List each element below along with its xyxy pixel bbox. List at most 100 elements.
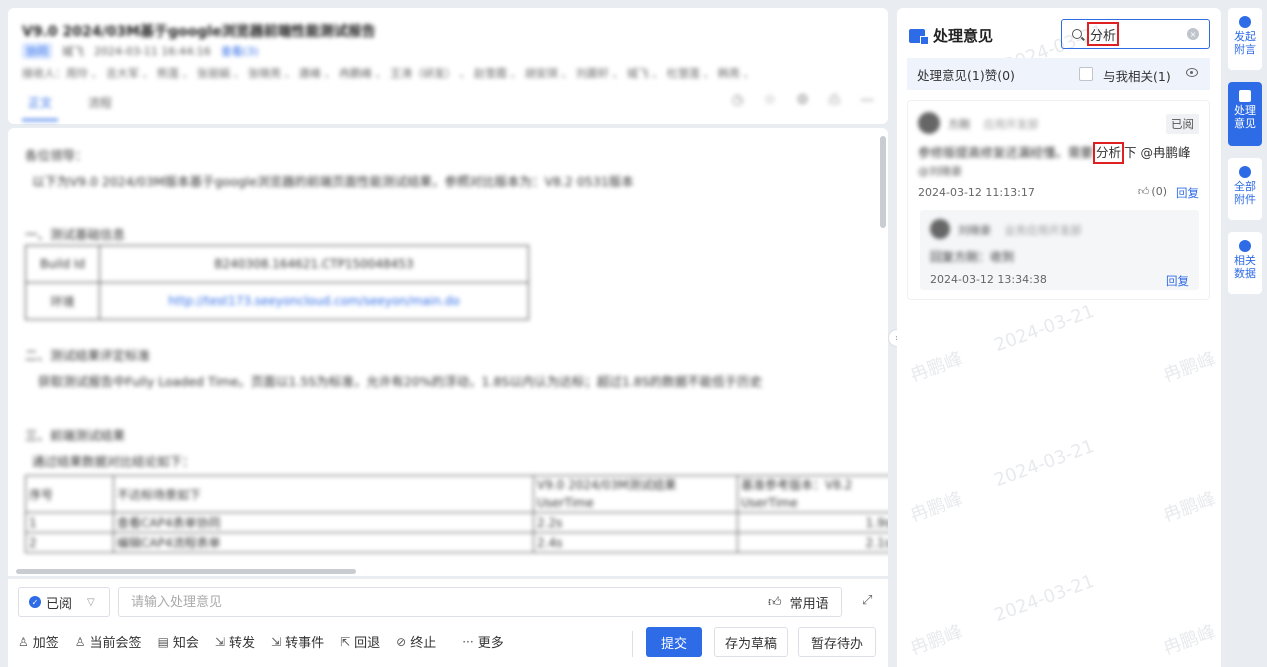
rail-item-postscript[interactable]: 发起 附言 (1228, 8, 1262, 70)
eye-icon[interactable] (1186, 68, 1198, 77)
divider (632, 631, 633, 657)
author-name: 刘晓豪 (958, 224, 991, 237)
current-sign-button[interactable]: ♙ 当前会签 (74, 632, 142, 652)
read-status-label: 已阅 (46, 596, 73, 612)
reply-time: 2024-03-12 13:34:38 (930, 273, 1047, 286)
rail-label: 发起 附言 (1234, 30, 1256, 56)
table-header-cell: 基准参考版本：V8.2 UserTime (737, 475, 888, 513)
tab-flow[interactable]: 流程 (82, 92, 118, 121)
table-cell: 环境 (25, 282, 100, 320)
panel-title: 处理意见 (909, 25, 993, 46)
reply-item: 刘晓豪 业务应用开发部 回复方刚：收到 2024-03-12 13:34:38 … (920, 210, 1199, 290)
comment-text: 参修版提高修复还漏经懂。需要 分析下 @冉鹏峰 (918, 142, 1191, 164)
common-phrase-button[interactable]: 👍︎ 常用语 (768, 593, 829, 612)
watermark: 冉鹏峰 (907, 621, 966, 660)
rail-item-related-data[interactable]: 相关 数据 (1228, 232, 1262, 294)
watermark: 冉鹏峰 (907, 488, 966, 527)
more-icon: ··· (462, 634, 474, 649)
history-icon[interactable]: ◷ (731, 92, 743, 108)
read-tag: 已阅 (1166, 114, 1199, 134)
watermark: 冉鹏峰 (1160, 621, 1219, 660)
save-pending-button[interactable]: 暂存待办 (798, 627, 876, 657)
avatar (918, 112, 940, 134)
to-event-icon: ⇲ (271, 634, 282, 649)
author-dept: 应用开发部 (983, 118, 1039, 131)
related-label: 与我相关(1) (1103, 69, 1171, 84)
comment-time: 2024-03-12 11:13:17 (918, 186, 1035, 199)
table-cell: 编辑CAP4流程表单 (113, 532, 534, 553)
opinion-count[interactable]: 处理意见(1)赞(0) (917, 65, 1015, 84)
action-label: 终止 (410, 636, 437, 651)
read-status-select[interactable]: ✓ 已阅 ▽ (18, 587, 110, 617)
settings-icon[interactable]: ⚙ (796, 92, 809, 108)
vertical-scrollbar[interactable] (880, 136, 886, 228)
notify-button[interactable]: ▤ 知会 (158, 632, 199, 652)
opinion-search[interactable]: × (1061, 19, 1210, 49)
table-header-cell: 不达标场景如下 (113, 475, 534, 513)
horizontal-scrollbar[interactable] (16, 569, 356, 574)
comment-text-suffix: 下 @冉鹏峰 (1124, 145, 1191, 160)
search-icon (1072, 29, 1082, 39)
watermark: 2024-03-21 (991, 570, 1098, 627)
read-status-icon: ✓ (29, 596, 41, 608)
more-button[interactable]: ··· 更多 (462, 632, 504, 652)
reply-text: 回复方刚：收到 (930, 250, 1015, 264)
rail-label: 全部 附件 (1234, 180, 1256, 206)
view-flow-link[interactable]: 查看(3) (221, 43, 259, 59)
comment-mention: @刘晓豪 (918, 165, 962, 178)
tab-body[interactable]: 正文 (22, 92, 59, 121)
info-table: Build Id B240308.164621.CTP150048453 环境 … (25, 245, 529, 320)
print-icon[interactable]: ⎙ (829, 92, 840, 108)
table-cell: 1.9s (737, 512, 888, 533)
document-tabs: 正文 流程 (22, 92, 118, 121)
table-header-line: UserTime (537, 496, 594, 510)
rail-item-attachments[interactable]: 全部 附件 (1228, 158, 1262, 220)
forward-button[interactable]: ⇲ 转发 (215, 632, 255, 652)
opinion-card: 方刚 应用开发部 已阅 参修版提高修复还漏经懂。需要 分析下 @冉鹏峰 @刘晓豪 … (907, 100, 1210, 300)
return-button[interactable]: ⇱ 回退 (340, 632, 381, 652)
submit-button[interactable]: 提交 (646, 627, 702, 657)
star-icon[interactable]: ☆ (764, 92, 777, 108)
action-label: 知会 (172, 636, 199, 651)
table-cell: 2.2s (533, 512, 738, 533)
document-title: V9.0 2024/03M基于google浏览器前端性能测试报告 (22, 24, 376, 40)
to-event-button[interactable]: ⇲ 转事件 (271, 632, 324, 652)
comment-text-prefix: 参修版提高修复还漏经懂。需要 (918, 145, 1094, 160)
like-count: (0) (1151, 185, 1167, 198)
action-label: 更多 (477, 636, 504, 651)
rail-label: 相关 数据 (1234, 254, 1256, 280)
more-icon[interactable]: — (860, 92, 874, 108)
rail-item-opinions[interactable]: 处理 意见 (1228, 82, 1262, 146)
related-checkbox[interactable] (1079, 67, 1093, 81)
save-draft-button[interactable]: 存为草稿 (714, 627, 788, 657)
action-label: 加签 (32, 636, 59, 651)
search-input[interactable] (1090, 26, 1186, 42)
reply-link[interactable]: 回复 (1166, 273, 1189, 289)
table-cell: 2.4s (533, 532, 738, 553)
watermark: 冉鹏峰 (907, 348, 966, 387)
stop-button[interactable]: ⊘ 终止 (396, 632, 437, 652)
document-toolbar: ◷ ☆ ⚙ ⎙ — (731, 92, 874, 108)
watermark: 冉鹏峰 (1160, 488, 1219, 527)
expand-icon[interactable]: ⤢ (862, 593, 872, 608)
document-meta: 协同 城飞 2024-03-11 16:44:16 查看(3) (22, 43, 258, 59)
watermark: 2024-03-21 (991, 435, 1098, 492)
table-row: 2 编辑CAP4流程表单 2.4s 2.1s (25, 532, 888, 553)
opinion-input[interactable] (118, 587, 842, 617)
data-icon (1239, 240, 1251, 252)
attachment-icon (1239, 166, 1251, 178)
watermark: 冉鹏峰 (1160, 348, 1219, 387)
like-button[interactable]: 👍︎ (0) (1138, 185, 1167, 198)
author-name: 方刚 (948, 118, 970, 131)
opinion-icon (1239, 90, 1251, 102)
clear-icon[interactable]: × (1187, 28, 1199, 40)
environment-link[interactable]: http://test173.seeyoncloud.com/seeyon/ma… (99, 282, 529, 320)
reply-link[interactable]: 回复 (1176, 185, 1199, 201)
avatar (930, 219, 950, 239)
stop-icon: ⊘ (396, 634, 407, 649)
action-label: 回退 (354, 636, 381, 651)
table-cell: 2 (25, 532, 114, 553)
current-sign-icon: ♙ (74, 634, 86, 649)
add-sign-button[interactable]: ♙ 加签 (18, 632, 59, 652)
table-header-cell: V9.0 2024/03M测试结果 UserTime (533, 475, 738, 513)
